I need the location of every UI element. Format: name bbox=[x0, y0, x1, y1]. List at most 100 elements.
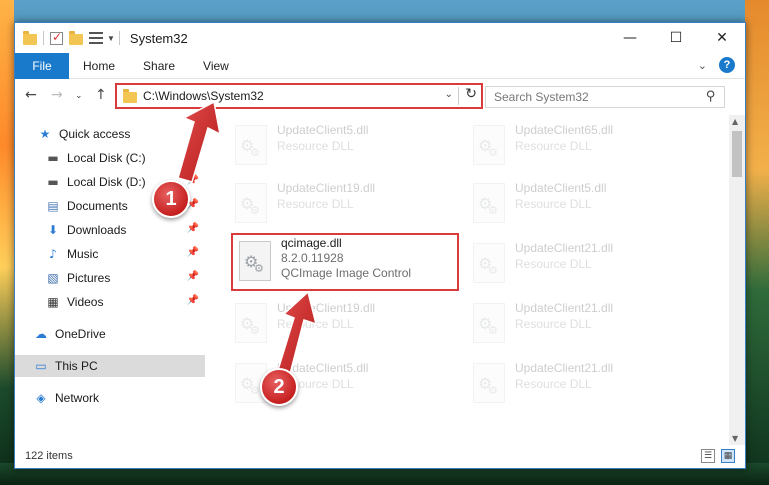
sidebar-item-quick-access[interactable]: ★ Quick access bbox=[15, 123, 205, 145]
star-icon: ★ bbox=[39, 127, 51, 141]
file-name: UpdateClient21.dll bbox=[515, 301, 614, 315]
new-folder-icon[interactable] bbox=[69, 30, 83, 45]
quick-access-toolbar: ▼ System32 bbox=[23, 23, 188, 53]
sidebar-item-label: Documents bbox=[67, 199, 128, 213]
tab-file[interactable]: File bbox=[15, 52, 69, 79]
file-type: Resource DLL bbox=[277, 317, 354, 331]
desktop-background-left bbox=[0, 0, 14, 485]
list-item[interactable]: ⚙ ⚙ UpdateClient5.dll Resource DLL bbox=[229, 119, 459, 173]
scroll-thumb[interactable] bbox=[732, 131, 742, 177]
desktop-background-right bbox=[745, 0, 769, 485]
minimize-button[interactable]: — bbox=[607, 23, 653, 53]
tab-share[interactable]: Share bbox=[129, 59, 189, 73]
file-name: UpdateClient5.dll bbox=[277, 123, 369, 137]
divider bbox=[458, 87, 459, 105]
list-item[interactable]: ⚙ ⚙ UpdateClient5.dll Resource DLL bbox=[467, 177, 697, 231]
sidebar-item-videos[interactable]: ▦ Videos 📌 bbox=[15, 291, 205, 313]
documents-icon: ▤ bbox=[47, 199, 59, 213]
ribbon-right: ⌄ ? bbox=[698, 57, 735, 73]
list-icon[interactable] bbox=[89, 32, 103, 44]
step-badge-1: 1 bbox=[152, 180, 190, 218]
expand-ribbon-icon[interactable]: ⌄ bbox=[698, 59, 707, 72]
computer-icon: ▭ bbox=[35, 359, 47, 373]
close-button[interactable]: ✕ bbox=[699, 23, 745, 53]
dll-file-icon: ⚙ ⚙ bbox=[473, 363, 505, 403]
search-icon[interactable]: ⚲ bbox=[706, 89, 716, 104]
item-count: 122 items bbox=[25, 450, 73, 462]
file-name: UpdateClient21.dll bbox=[515, 241, 614, 255]
file-type: QCImage Image Control bbox=[281, 266, 412, 280]
download-icon: ⬇ bbox=[47, 223, 59, 237]
file-name: UpdateClient19.dll bbox=[277, 301, 376, 315]
file-explorer-window: ▼ System32 — ☐ ✕ File Home Share View ⌄ … bbox=[14, 22, 746, 469]
address-bar[interactable]: C:\Windows\System32 ⌄ ↻ bbox=[115, 83, 483, 109]
sidebar-item-label: Pictures bbox=[67, 271, 111, 285]
file-name: UpdateClient19.dll bbox=[277, 181, 376, 195]
file-name: UpdateClient5.dll bbox=[515, 181, 607, 195]
ribbon-tabs: File Home Share View ⌄ ? bbox=[15, 52, 745, 79]
list-item[interactable]: ⚙ ⚙ UpdateClient21.dll Resource DLL bbox=[467, 237, 697, 291]
scroll-up-icon[interactable]: ▲ bbox=[732, 117, 738, 126]
network-icon: ◈ bbox=[36, 391, 46, 405]
file-name: qcimage.dll bbox=[281, 236, 342, 250]
tab-home[interactable]: Home bbox=[69, 59, 129, 73]
back-arrow-icon[interactable]: ← bbox=[25, 87, 37, 103]
file-name: UpdateClient21.dll bbox=[515, 361, 614, 375]
step-badge-2: 2 bbox=[260, 368, 298, 406]
drive-icon: ▬ bbox=[47, 175, 59, 189]
address-path[interactable]: C:\Windows\System32 bbox=[143, 89, 264, 103]
list-item[interactable]: ⚙ ⚙ UpdateClient19.dll Resource DLL bbox=[229, 177, 459, 231]
pin-icon[interactable]: 📌 bbox=[187, 247, 199, 258]
sidebar-item-label: Quick access bbox=[59, 127, 131, 141]
sidebar-item-pictures[interactable]: ▧ Pictures 📌 bbox=[15, 267, 205, 289]
forward-arrow-icon[interactable]: → bbox=[51, 87, 63, 103]
sidebar-item-onedrive[interactable]: ☁ OneDrive bbox=[15, 323, 205, 345]
sidebar-item-downloads[interactable]: ⬇ Downloads 📌 bbox=[15, 219, 205, 241]
list-item[interactable]: ⚙ ⚙ UpdateClient19.dll Resource DLL bbox=[229, 297, 459, 351]
view-toggle: ☰ ▦ bbox=[695, 449, 735, 463]
help-icon[interactable]: ? bbox=[719, 57, 735, 73]
list-item[interactable]: ⚙ ⚙ UpdateClient21.dll Resource DLL bbox=[467, 357, 697, 411]
chevron-down-icon[interactable]: ⌄ bbox=[445, 89, 453, 100]
address-row: ← → ⌄ ↑ C:\Windows\System32 ⌄ ↻ Search S… bbox=[15, 79, 745, 113]
scroll-down-icon[interactable]: ▼ bbox=[732, 434, 738, 443]
vertical-scrollbar[interactable]: ▲ ▼ bbox=[729, 115, 745, 445]
sidebar-item-label: Network bbox=[55, 391, 100, 405]
tab-view[interactable]: View bbox=[189, 59, 243, 73]
sidebar-item-music[interactable]: ♪ Music 📌 bbox=[15, 243, 205, 265]
window-title: System32 bbox=[129, 30, 188, 46]
properties-check-icon[interactable] bbox=[50, 30, 63, 45]
pin-icon[interactable]: 📌 bbox=[187, 295, 199, 306]
folder-icon[interactable] bbox=[23, 30, 37, 45]
dll-file-icon: ⚙ ⚙ bbox=[473, 243, 505, 283]
dll-file-icon: ⚙ ⚙ bbox=[239, 241, 271, 281]
up-arrow-icon[interactable]: ↑ bbox=[95, 87, 107, 103]
cloud-icon: ☁ bbox=[35, 327, 47, 341]
dll-file-icon: ⚙ ⚙ bbox=[473, 125, 505, 165]
pin-icon[interactable]: 📌 bbox=[187, 223, 199, 234]
pin-icon[interactable]: 📌 bbox=[187, 271, 199, 282]
pin-icon[interactable]: 📌 bbox=[187, 151, 199, 162]
sidebar-item-local-disk-c[interactable]: ▬ Local Disk (C:) 📌 bbox=[15, 147, 205, 169]
details-view-icon[interactable]: ☰ bbox=[701, 449, 715, 463]
file-type: Resource DLL bbox=[515, 377, 592, 391]
title-bar: ▼ System32 — ☐ ✕ bbox=[15, 23, 745, 53]
pin-icon[interactable]: 📌 bbox=[187, 175, 199, 186]
search-input[interactable]: Search System32 ⚲ bbox=[485, 86, 725, 108]
sidebar-item-label: Local Disk (D:) bbox=[67, 175, 146, 189]
file-type: Resource DLL bbox=[515, 197, 592, 211]
window-controls: — ☐ ✕ bbox=[607, 23, 745, 53]
large-icons-view-icon[interactable]: ▦ bbox=[721, 449, 735, 463]
refresh-icon[interactable]: ↻ bbox=[465, 86, 477, 102]
list-item[interactable]: ⚙ ⚙ UpdateClient21.dll Resource DLL bbox=[467, 297, 697, 351]
list-item-qcimage[interactable]: ⚙ ⚙ qcimage.dll 8.2.0.11928 QCImage Image… bbox=[231, 233, 459, 291]
sidebar-item-this-pc[interactable]: ▭ This PC bbox=[15, 355, 205, 377]
dll-file-icon: ⚙ ⚙ bbox=[473, 183, 505, 223]
recent-locations-chevron-icon[interactable]: ⌄ bbox=[75, 91, 83, 101]
dll-file-icon: ⚙ ⚙ bbox=[235, 183, 267, 223]
sidebar-item-network[interactable]: ◈ Network bbox=[15, 387, 205, 409]
dll-file-icon: ⚙ ⚙ bbox=[235, 125, 267, 165]
chevron-down-icon[interactable]: ▼ bbox=[107, 34, 115, 43]
list-item[interactable]: ⚙ ⚙ UpdateClient65.dll Resource DLL bbox=[467, 119, 697, 173]
maximize-button[interactable]: ☐ bbox=[653, 23, 699, 53]
